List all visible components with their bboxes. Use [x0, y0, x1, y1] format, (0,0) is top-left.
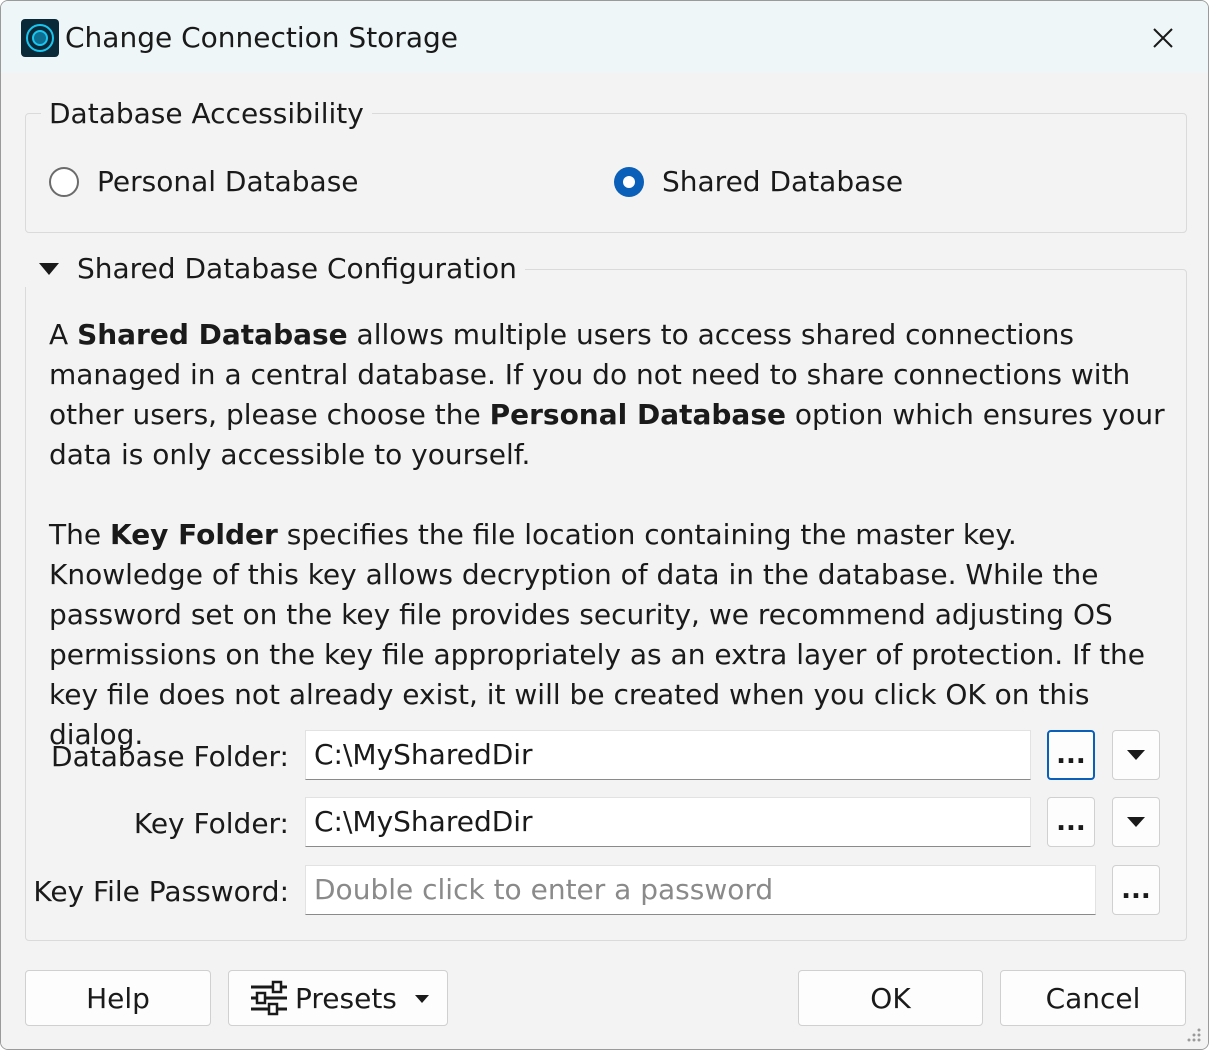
- database-folder-browse-button[interactable]: ...: [1047, 730, 1095, 780]
- personal-database-radio[interactable]: [49, 166, 79, 197]
- key-folder-description: The Key Folder specifies the file locati…: [49, 518, 1146, 751]
- shared-config-toggle[interactable]: Shared Database Configuration: [25, 251, 525, 287]
- database-folder-dropdown-button[interactable]: [1112, 730, 1160, 780]
- key-folder-label: Key Folder:: [133, 807, 289, 840]
- key-file-password-label: Key File Password:: [33, 875, 289, 908]
- personal-database-option[interactable]: Personal Database: [49, 165, 359, 198]
- key-folder-dropdown-button[interactable]: [1112, 797, 1160, 847]
- presets-button[interactable]: Presets: [228, 970, 448, 1026]
- key-folder-input[interactable]: C:\MySharedDir: [305, 797, 1031, 847]
- close-icon: [1153, 28, 1173, 48]
- presets-label[interactable]: Presets: [295, 982, 397, 1015]
- resize-grip-icon[interactable]: [1184, 1027, 1202, 1045]
- ok-button[interactable]: OK: [798, 970, 983, 1026]
- window-title: Change Connection Storage: [65, 21, 458, 54]
- help-button[interactable]: Help: [25, 970, 211, 1026]
- dialog-content: Database Accessibility Personal Database…: [1, 73, 1208, 1049]
- sliders-icon: [251, 980, 287, 1016]
- chevron-down-icon: [1127, 817, 1145, 827]
- close-button[interactable]: [1142, 19, 1184, 57]
- dropdown-caret-icon[interactable]: [415, 995, 429, 1003]
- shared-database-description: A Shared Database allows multiple users …: [49, 318, 1165, 471]
- collapse-caret-icon[interactable]: [39, 263, 59, 275]
- cancel-button[interactable]: Cancel: [1000, 970, 1186, 1026]
- shared-database-radio[interactable]: [614, 166, 644, 197]
- key-file-password-browse-button[interactable]: ...: [1112, 865, 1160, 915]
- database-folder-input[interactable]: C:\MySharedDir: [305, 730, 1031, 780]
- shared-database-option[interactable]: Shared Database: [614, 165, 903, 198]
- shared-database-label[interactable]: Shared Database: [662, 165, 903, 198]
- chevron-down-icon: [1127, 750, 1145, 760]
- shared-config-legend[interactable]: Shared Database Configuration: [77, 251, 517, 287]
- key-file-password-input[interactable]: Double click to enter a password: [305, 865, 1096, 915]
- title-bar: Change Connection Storage: [1, 1, 1208, 73]
- app-logo-icon: [21, 19, 59, 57]
- database-folder-label: Database Folder:: [51, 740, 289, 773]
- personal-database-label[interactable]: Personal Database: [97, 165, 359, 198]
- accessibility-legend: Database Accessibility: [41, 96, 372, 132]
- dialog-window: Change Connection Storage Database Acces…: [0, 0, 1209, 1050]
- key-folder-browse-button[interactable]: ...: [1047, 797, 1095, 847]
